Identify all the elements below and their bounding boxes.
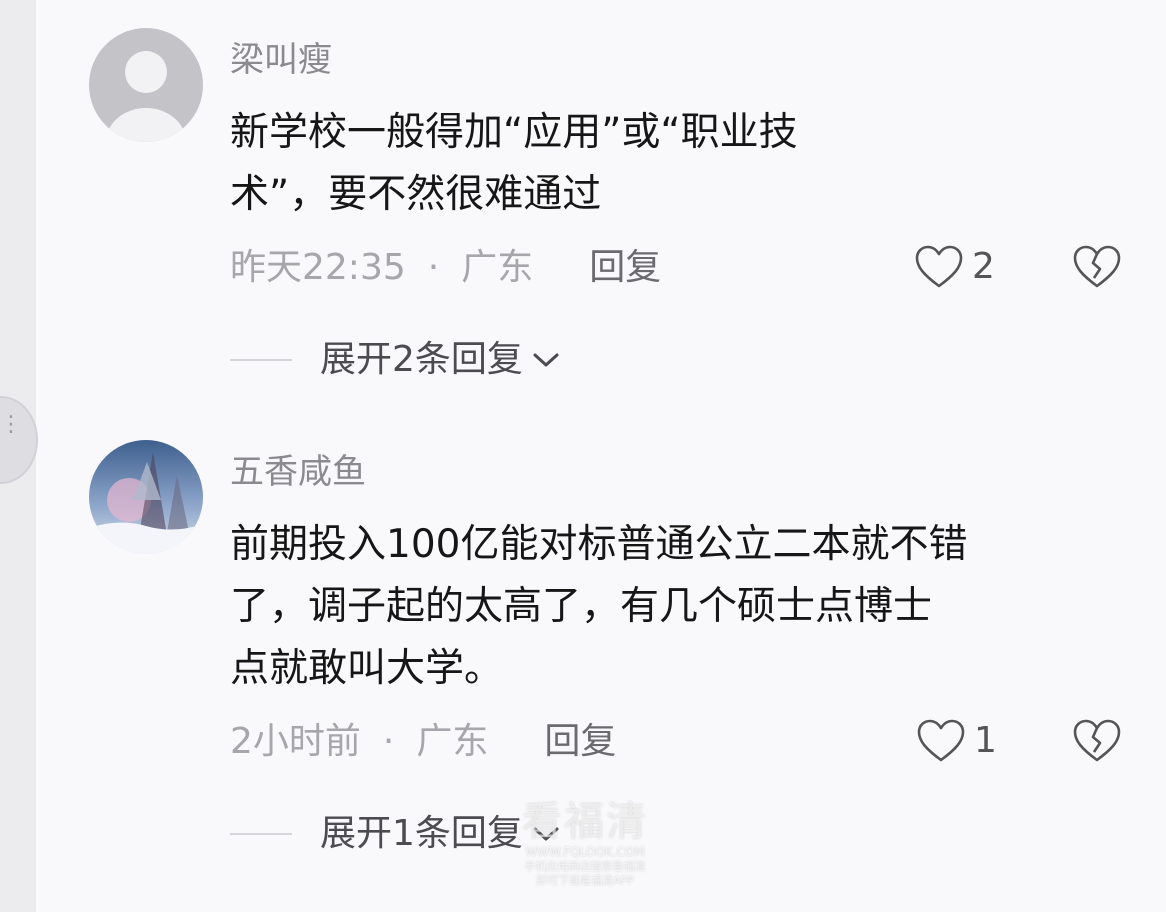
chevron-down-icon <box>533 353 559 367</box>
drawer-handle-icon: ⋮ <box>0 412 22 437</box>
comment-meta: 2小时前 · 广东 回复 <box>230 720 616 764</box>
expand-replies-label: 展开2条回复 <box>320 339 523 380</box>
comment-line: 前期投入100亿能对标普通公立二本就不错 <box>230 522 968 567</box>
meta-separator: · <box>427 247 440 288</box>
dislike-button[interactable] <box>1072 244 1122 294</box>
dislike-button[interactable] <box>1072 718 1122 768</box>
chevron-down-icon <box>533 827 559 841</box>
broken-heart-icon <box>1073 245 1121 288</box>
heart-outline-icon <box>915 245 963 288</box>
expand-replies-button[interactable]: 展开1条回复 <box>230 812 561 856</box>
reply-button[interactable]: 回复 <box>544 721 616 762</box>
comment-line: 术”，要不然很难通过 <box>230 172 602 217</box>
winter-tree-avatar-icon <box>89 440 203 554</box>
like-button[interactable]: 2 <box>914 244 995 290</box>
like-count: 1 <box>974 720 997 761</box>
expand-replies-label: 展开1条回复 <box>320 813 523 854</box>
reply-button[interactable]: 回复 <box>589 247 661 288</box>
comment-text: 新学校一般得加“应用”或“职业技 术”，要不然很难通过 <box>230 102 1130 226</box>
avatar[interactable] <box>89 440 203 554</box>
heart-outline-icon <box>917 719 965 762</box>
comment-line: 了，调子起的太高了，有几个硕士点博士 <box>230 584 933 629</box>
watermark-line: 手机应用商店搜索看福清 <box>524 860 646 873</box>
comment-meta: 昨天22:35 · 广东 回复 <box>230 246 661 290</box>
divider-line <box>230 359 292 361</box>
divider-line <box>230 833 292 835</box>
comment-line: 新学校一般得加“应用”或“职业技 <box>230 110 798 155</box>
watermark-line: 即可下载看福清APP <box>536 874 634 887</box>
meta-separator: · <box>382 721 395 762</box>
expand-replies-button[interactable]: 展开2条回复 <box>230 338 561 382</box>
comment-text: 前期投入100亿能对标普通公立二本就不错 了，调子起的太高了，有几个硕士点博士 … <box>230 514 1130 700</box>
default-avatar-icon <box>89 28 203 142</box>
broken-heart-icon <box>1073 719 1121 762</box>
timestamp: 昨天22:35 <box>230 247 406 288</box>
location: 广东 <box>416 721 489 762</box>
username[interactable]: 五香咸鱼 <box>230 452 366 492</box>
timestamp: 2小时前 <box>230 721 361 762</box>
location: 广东 <box>461 247 534 288</box>
like-count: 2 <box>972 246 995 287</box>
like-button[interactable]: 1 <box>916 718 997 764</box>
username[interactable]: 梁叫瘦 <box>230 40 332 80</box>
avatar[interactable] <box>89 28 203 142</box>
comment-line: 点就敢叫大学。 <box>230 646 504 691</box>
